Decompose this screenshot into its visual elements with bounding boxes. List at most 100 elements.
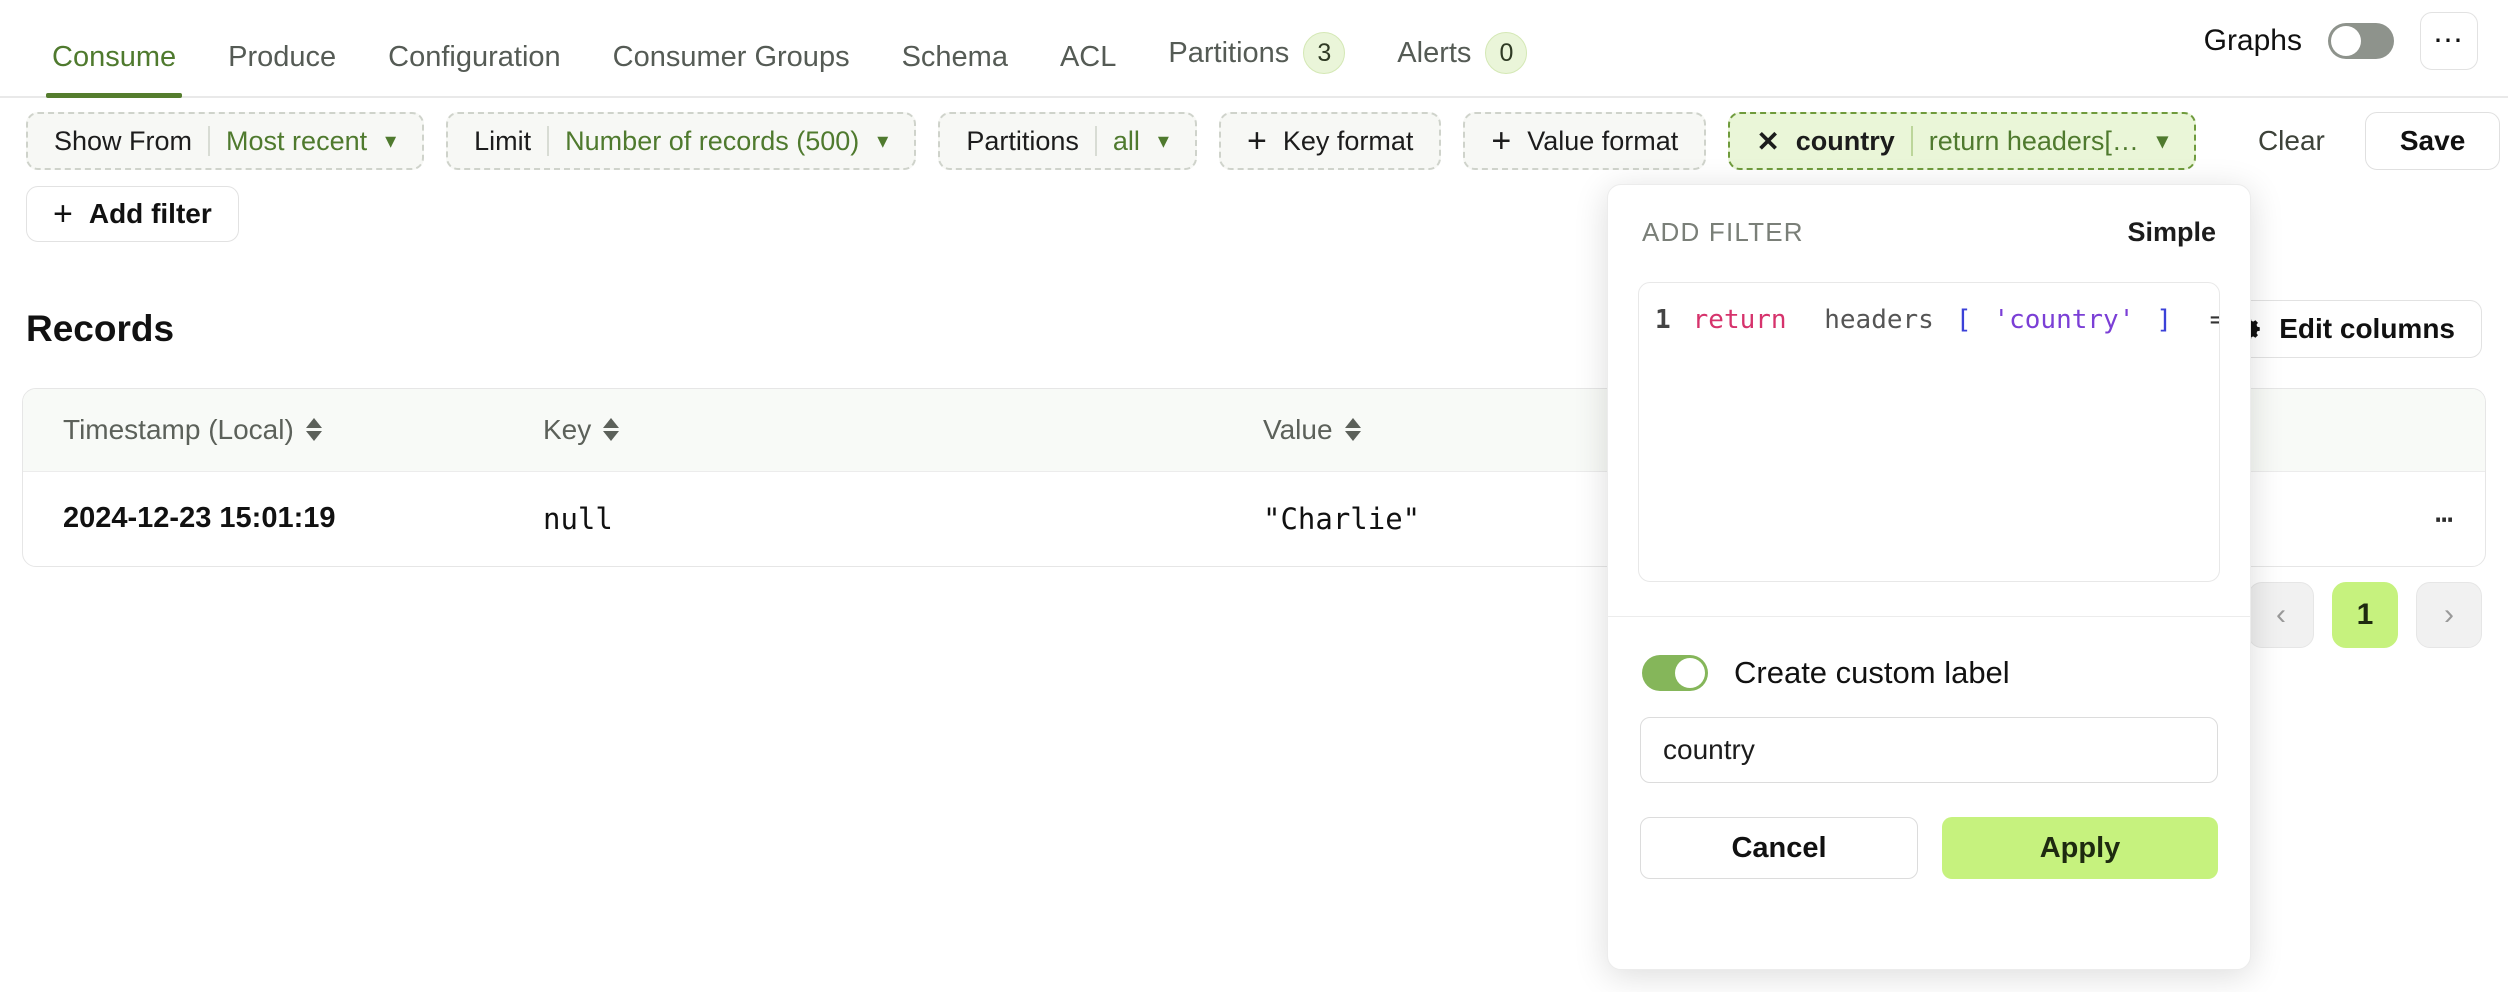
tab-label: Produce (228, 41, 337, 73)
graphs-label: Graphs (2203, 24, 2302, 57)
divider (1910, 126, 1913, 156)
code-token-bracket-open: [ (1955, 305, 1972, 335)
code-token-operator: == (2194, 305, 2219, 335)
clear-filters-button[interactable]: Clear (2240, 125, 2343, 157)
limit-label: Limit (474, 125, 532, 156)
value-format-label: Value format (1527, 125, 1679, 156)
custom-label-input-value: country (1663, 734, 1755, 765)
tab-label: ACL (1059, 41, 1117, 73)
filter-code-editor[interactable]: 1return headers['country'] == 'UK' (1638, 282, 2220, 582)
popup-buttons: Cancel Apply (1608, 783, 2250, 879)
show-from-value: Most recent (226, 125, 368, 156)
column-header-key[interactable]: Key (503, 389, 1223, 472)
key-format-label: Key format (1282, 125, 1414, 156)
ellipsis-icon: ⋯ (2433, 24, 2465, 57)
column-header-actions (2403, 389, 2485, 472)
custom-label-input[interactable]: country (1640, 717, 2218, 783)
tab-label: Consume (52, 41, 177, 73)
divider (547, 126, 550, 156)
save-filters-button[interactable]: Save (2364, 112, 2501, 170)
code-token-string-key: 'country' (1993, 305, 2135, 335)
pagination-prev-button[interactable]: ‹ (2248, 582, 2314, 648)
pagination-next-button[interactable]: › (2416, 582, 2482, 648)
create-custom-label-toggle-knob (1675, 658, 1705, 688)
country-chip-value: return headers[… (1928, 125, 2139, 156)
divider (1094, 126, 1097, 156)
popup-header: ADD FILTER Simple (1608, 185, 2250, 258)
add-filter-row: + Add filter (26, 186, 239, 242)
graphs-toggle[interactable] (2328, 23, 2394, 59)
pagination: ‹ 1 › (2248, 582, 2482, 648)
show-from-filter[interactable]: Show From Most recent ▾ (26, 112, 425, 170)
create-custom-label-text: Create custom label (1734, 655, 2010, 690)
code-line: 1return headers['country'] == 'UK' (1655, 305, 2219, 335)
cancel-button[interactable]: Cancel (1640, 817, 1918, 879)
limit-value: Number of records (500) (565, 125, 860, 156)
apply-button[interactable]: Apply (1942, 817, 2218, 879)
plus-icon: + (1246, 122, 1267, 160)
code-token-identifier: headers (1808, 305, 1934, 335)
tab-partitions[interactable]: Partitions 3 (1142, 32, 1371, 96)
tab-produce[interactable]: Produce (202, 41, 362, 96)
column-header-label: Timestamp (Local) (63, 413, 294, 445)
consume-page: Consume Produce Configuration Consumer G… (0, 0, 2508, 992)
filter-bar: Show From Most recent ▾ Limit Number of … (0, 112, 2508, 170)
popup-title: ADD FILTER (1642, 217, 1804, 247)
code-token-keyword: return (1692, 305, 1787, 335)
tab-label: Alerts (1397, 36, 1472, 69)
tab-acl[interactable]: ACL (1034, 41, 1142, 96)
page-title: Records (26, 308, 175, 349)
key-format-button[interactable]: + Key format (1218, 112, 1442, 170)
plus-icon: + (53, 194, 73, 233)
add-filter-label: Add filter (88, 198, 212, 229)
country-filter-chip[interactable]: ✕ country return headers[… ▾ (1728, 112, 2196, 170)
partitions-label: Partitions (966, 125, 1079, 156)
topic-tab-bar: Consume Produce Configuration Consumer G… (0, 0, 2508, 98)
tab-consumer-groups[interactable]: Consumer Groups (587, 41, 876, 96)
show-from-label: Show From (54, 125, 193, 156)
partitions-count-badge: 3 (1303, 32, 1346, 74)
add-filter-popup: ADD FILTER Simple 1 return headers [ 'count… (1607, 184, 2251, 970)
tab-consume[interactable]: Consume (26, 41, 202, 98)
value-format-button[interactable]: + Value format (1463, 112, 1707, 170)
tab-label: Configuration (388, 41, 561, 73)
tab-alerts[interactable]: Alerts 0 (1371, 32, 1553, 96)
partitions-filter[interactable]: Partitions all ▾ (938, 112, 1197, 170)
close-icon[interactable]: ✕ (1756, 125, 1779, 158)
tab-label: Schema (901, 41, 1008, 73)
column-header-label: Key (543, 413, 592, 445)
tab-label: Partitions (1168, 36, 1290, 69)
pagination-page-1[interactable]: 1 (2332, 582, 2398, 648)
chevron-down-icon: ▾ (2156, 128, 2168, 153)
tab-configuration[interactable]: Configuration (362, 41, 587, 96)
edit-columns-label: Edit columns (2279, 313, 2455, 344)
cell-row-menu[interactable]: ⋯ (2403, 471, 2485, 566)
limit-filter[interactable]: Limit Number of records (500) ▾ (446, 112, 917, 170)
sort-icon[interactable] (1344, 418, 1361, 442)
sort-icon[interactable] (305, 418, 322, 442)
plus-icon: + (1491, 122, 1512, 160)
tab-bar-actions: Graphs ⋯ (2204, 12, 2508, 96)
chevron-down-icon: ▾ (385, 128, 397, 153)
topic-overflow-menu-button[interactable]: ⋯ (2420, 12, 2478, 70)
chevron-left-icon: ‹ (2276, 598, 2286, 631)
divider (208, 126, 211, 156)
sort-icon[interactable] (603, 418, 620, 442)
column-header-label: Value (1263, 413, 1333, 445)
cell-timestamp: 2024-12-23 15:01:19 (63, 502, 336, 534)
line-number: 1 (1655, 305, 1671, 335)
filter-mode-toggle[interactable]: Simple (2127, 217, 2216, 248)
alerts-count-badge: 0 (1485, 32, 1528, 74)
tab-list: Consume Produce Configuration Consumer G… (0, 32, 1553, 98)
add-filter-button[interactable]: + Add filter (26, 186, 239, 242)
chevron-down-icon: ▾ (1157, 128, 1169, 153)
tab-schema[interactable]: Schema (876, 41, 1034, 96)
create-custom-label-toggle[interactable] (1642, 655, 1708, 691)
custom-label-row: Create custom label (1608, 617, 2250, 691)
tab-label: Consumer Groups (612, 41, 850, 73)
ellipsis-icon[interactable]: ⋯ (2435, 502, 2455, 537)
country-chip-label: country (1795, 125, 1895, 156)
chevron-down-icon: ▾ (877, 128, 889, 153)
column-header-timestamp[interactable]: Timestamp (Local) (23, 389, 503, 472)
partitions-value: all (1112, 125, 1140, 156)
